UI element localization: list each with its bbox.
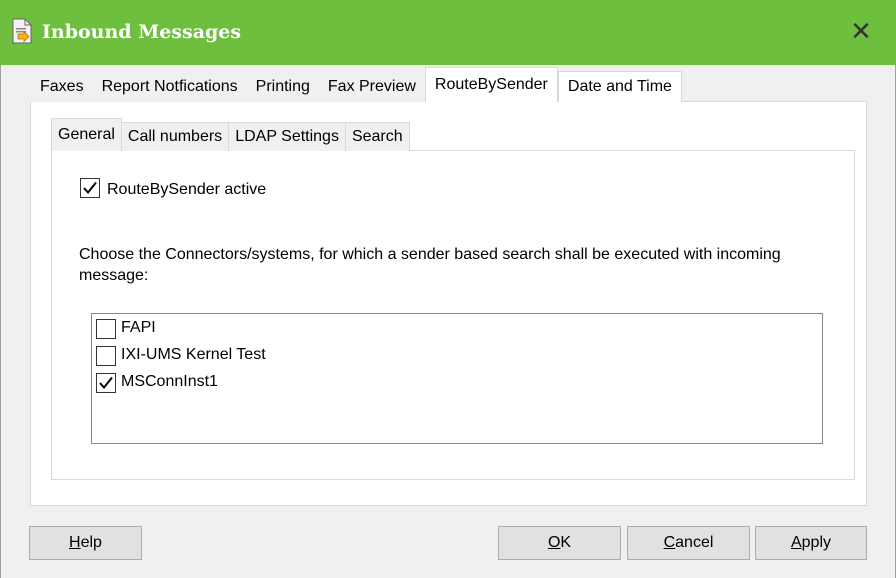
connector-label-msconninst1[interactable]: MSConnInst1 — [121, 373, 218, 391]
help-button[interactable]: Help — [29, 526, 142, 560]
checkmark-icon — [99, 376, 113, 390]
apply-accel: A — [790, 534, 802, 551]
tab-printing[interactable]: Printing — [246, 72, 319, 102]
tab-routebysender[interactable]: RouteBySender — [424, 67, 558, 102]
tab-date-and-time[interactable]: Date and Time — [557, 71, 682, 102]
tab-faxes[interactable]: Faxes — [31, 72, 93, 102]
tab-fax-preview[interactable]: Fax Preview — [318, 72, 425, 102]
route-active-checkbox[interactable] — [80, 178, 100, 198]
apply-button[interactable]: Apply — [755, 526, 867, 560]
connector-checkbox-ixi-ums[interactable] — [96, 346, 116, 366]
inner-tab-strip: General Call numbers LDAP Settings Searc… — [51, 118, 410, 151]
checkmark-icon — [83, 181, 97, 195]
connector-label-ixi-ums[interactable]: IXI-UMS Kernel Test — [121, 346, 266, 364]
ok-rest: K — [560, 534, 572, 551]
connector-label-fapi[interactable]: FAPI — [121, 319, 156, 337]
tab-search[interactable]: Search — [344, 122, 410, 151]
ok-button[interactable]: OK — [498, 526, 621, 560]
tab-general[interactable]: General — [51, 118, 122, 151]
title-bar: Inbound Messages ✕ — [0, 0, 896, 65]
cancel-button[interactable]: Cancel — [627, 526, 750, 560]
cancel-accel: C — [663, 534, 676, 551]
tab-ldap-settings[interactable]: LDAP Settings — [228, 122, 346, 151]
connectors-description: Choose the Connectors/systems, for which… — [79, 246, 781, 284]
help-rest: elp — [80, 534, 102, 551]
ok-accel: O — [547, 534, 561, 551]
cancel-rest: ancel — [675, 534, 714, 551]
close-icon: ✕ — [850, 16, 872, 46]
close-button[interactable]: ✕ — [846, 16, 876, 46]
window-title: Inbound Messages — [42, 21, 242, 43]
apply-rest: pply — [801, 534, 832, 551]
connector-checkbox-fapi[interactable] — [96, 319, 116, 339]
app-document-icon — [12, 18, 32, 44]
route-active-label[interactable]: RouteBySender active — [107, 181, 266, 199]
tab-report-notifications[interactable]: Report Notfications — [92, 72, 247, 102]
connector-checkbox-msconninst1[interactable] — [96, 373, 116, 393]
help-accel: H — [69, 534, 81, 551]
outer-tab-strip: Faxes Report Notfications Printing Fax P… — [31, 67, 682, 102]
tab-call-numbers[interactable]: Call numbers — [120, 122, 230, 151]
